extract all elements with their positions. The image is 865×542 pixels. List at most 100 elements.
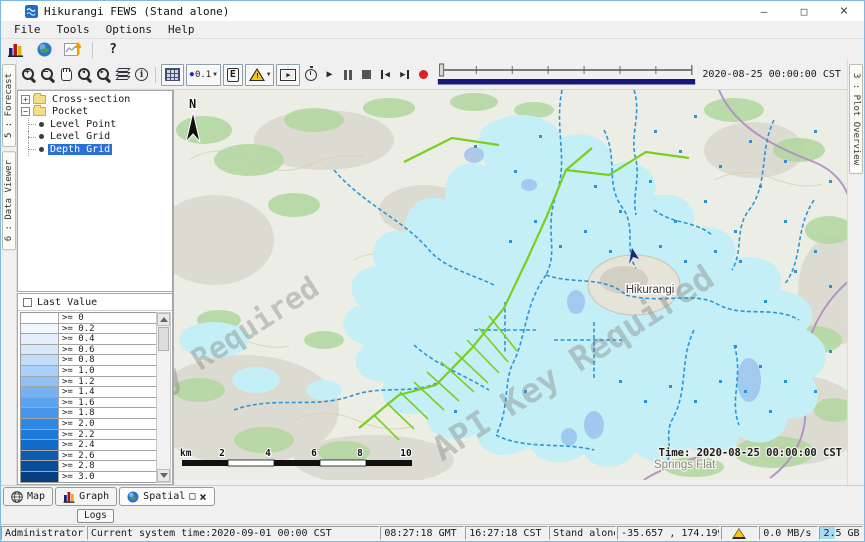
tree-item-cross-section[interactable]: + Cross-section [18,93,172,106]
globe-icon [127,491,139,503]
tab-close-icon[interactable]: × [199,492,206,502]
tree-node-icon [39,122,44,127]
chevron-down-icon: ▼ [213,71,217,78]
zoom-previous-button[interactable]: ◂ [77,64,94,86]
pause-button[interactable] [340,64,357,86]
animation-dialog-button[interactable]: ▶ [276,64,300,86]
chart-arrow-icon [64,42,81,57]
menu-item-tools[interactable]: Tools [50,22,97,37]
grid-display-button[interactable] [161,64,184,86]
toolbar-separator [155,67,156,83]
tree-item-depth-grid[interactable]: Depth Grid [18,143,172,156]
pan-button[interactable] [58,64,75,86]
svg-text:N: N [189,97,196,111]
menu-item-options[interactable]: Options [99,22,159,37]
record-button[interactable] [415,64,432,86]
close-button[interactable]: × [824,1,864,21]
legend-panel: Last Value >= 0 [17,293,172,485]
toolbar-separator [92,42,93,58]
step-to-start-button[interactable]: ◀ [377,64,394,86]
info-icon: i [135,68,148,81]
svg-text:6: 6 [311,448,317,459]
legend-row: >= 1.4 [21,387,156,398]
status-coordinates: -35.657 , 174.199 [617,526,720,540]
classbreak-interval-dropdown[interactable]: ● 0.1 ▼ [186,64,221,86]
legend-row: >= 2.6 [21,451,156,462]
tree-expander-icon[interactable]: + [21,95,30,104]
tree-expander-icon[interactable]: − [21,107,30,116]
legend-row: >= 1.6 [21,398,156,409]
zoom-out-button[interactable]: − [40,64,57,86]
legend-color-swatch [21,324,58,334]
minimize-button[interactable]: — [744,1,784,21]
legend-color-swatch [21,355,58,365]
zoom-in-icon: + [21,67,37,83]
map-toolbar: + − ◂ ▸ i ● 0.1 ▼ E ! ▼ ▶ [17,60,847,90]
logs-bar: Logs [1,507,864,524]
tab-graph[interactable]: Graph [55,487,117,506]
tree-node-icon [39,147,44,152]
timeseries-edit-button[interactable] [61,40,83,59]
legend-color-swatch [21,419,58,429]
labels-toggle-button[interactable]: E [223,64,243,86]
menu-item-file[interactable]: File [7,22,48,37]
panel-tab-forecast[interactable]: 5 : Forecast [2,64,16,147]
globe-icon [37,42,52,57]
tree-item-pocket[interactable]: − Pocket [18,106,172,119]
step-forward-icon: ▶ [400,70,408,80]
tree-item-level-grid[interactable]: Level Grid [18,131,172,144]
thresholds-dropdown[interactable]: ! ▼ [245,64,275,86]
legend-row: >= 0.6 [21,345,156,356]
status-system-time: Current system time:2020-09-01 00:00 CST [87,526,380,540]
status-gmt-time: 08:27:18 GMT [380,526,464,540]
panel-tab-plot-overview[interactable]: 3 : Plot Overview [849,64,863,174]
panel-tab-data-viewer[interactable]: 6 : Data Viewer [2,151,16,250]
tab-map[interactable]: Map [3,487,53,506]
svg-text:2: 2 [219,448,225,459]
legend-title: Last Value [37,297,97,308]
logs-button[interactable]: Logs [77,509,114,523]
tab-spatial[interactable]: Spatial □ × [119,487,214,506]
status-memory: 2.5 GB [819,526,863,540]
legend-row: >= 2.8 [21,461,156,472]
left-panel-strip: 5 : Forecast 6 : Data Viewer [1,60,17,485]
tree-item-level-point[interactable]: Level Point [18,118,172,131]
legend-color-swatch [21,430,58,440]
legend-rows: >= 0 >= 0.2 [20,312,156,483]
zoom-in-button[interactable]: + [21,64,38,86]
place-label-springs-flat: Springs Flat [654,459,716,471]
legend-scrollbar[interactable] [156,312,171,483]
last-value-checkbox[interactable] [23,298,32,307]
scroll-up-icon[interactable] [157,313,170,326]
spatial-display-button[interactable] [33,40,55,59]
stop-button[interactable] [359,64,376,86]
legend-color-swatch [21,440,58,450]
play-button[interactable]: ▶ [321,64,338,86]
dot-icon: ● [190,71,194,78]
legend-color-swatch [21,472,58,482]
legend-color-swatch [21,387,58,397]
layers-button[interactable] [115,64,132,86]
info-button[interactable]: i [133,64,150,86]
help-button[interactable]: ? [102,40,124,59]
scroll-down-icon[interactable] [157,469,170,482]
timer-settings-button[interactable] [302,64,319,86]
legend-color-swatch [21,451,58,461]
bottom-tab-bar: Map Graph Spatial □ × [1,485,864,507]
step-to-end-button[interactable]: ▶ [396,64,413,86]
database-chart-button[interactable] [5,40,27,59]
place-label-hikurangi: Hikurangi [626,284,675,296]
bar-chart-icon [8,43,24,57]
zoom-next-button[interactable]: ▸ [96,64,113,86]
tab-maximize-icon[interactable]: □ [189,492,195,502]
legend-color-swatch [21,377,58,387]
scrollbar-thumb[interactable] [158,327,169,351]
app-logo-icon [25,5,38,18]
time-slider-handle[interactable] [440,64,444,76]
maximize-button[interactable]: □ [784,1,824,21]
step-back-icon: ◀ [381,70,389,80]
right-panel-strip: 3 : Plot Overview [847,60,864,485]
time-slider[interactable] [437,63,696,87]
map-canvas[interactable]: API Key Required API Key Required Hikura… [173,90,847,485]
menu-item-help[interactable]: Help [161,22,202,37]
